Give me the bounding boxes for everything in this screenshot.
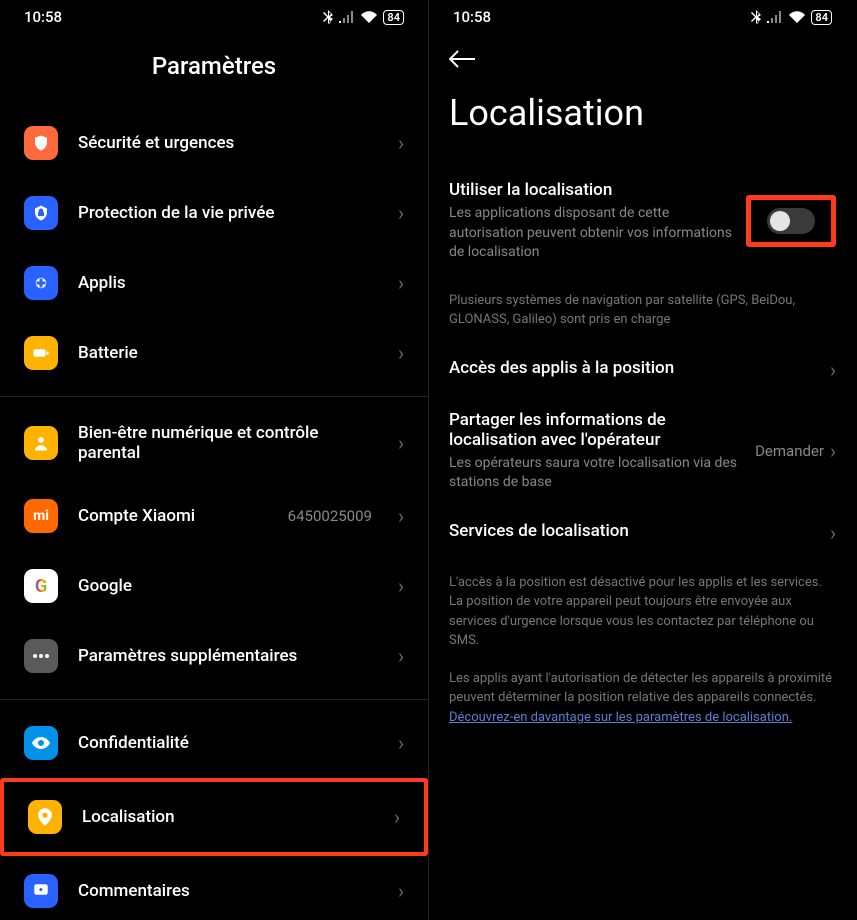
value: Demander xyxy=(755,442,824,460)
settings-item-security[interactable]: Sécurité et urgences › xyxy=(0,108,428,178)
battery-icon xyxy=(24,336,58,370)
toggle-knob xyxy=(770,211,790,231)
settings-item-wellbeing[interactable]: Bien-être numérique et contrôle parental… xyxy=(0,405,428,481)
location-services-row[interactable]: Services de localisation › xyxy=(429,507,856,559)
settings-item-confidentiality[interactable]: Confidentialité › xyxy=(0,708,428,778)
chevron-right-icon: › xyxy=(398,879,404,903)
app-access-row[interactable]: Accès des applis à la position › xyxy=(429,344,856,396)
divider xyxy=(0,699,428,700)
title: Partager les informations de localisatio… xyxy=(449,410,755,450)
status-icons: 84 xyxy=(751,10,832,25)
feedback-icon xyxy=(24,874,58,908)
bluetooth-icon xyxy=(751,10,761,24)
privacy-icon xyxy=(24,196,58,230)
shield-icon xyxy=(24,126,58,160)
label: Commentaires xyxy=(78,881,378,901)
label: Batterie xyxy=(78,343,378,363)
label: Accès des applis à la position xyxy=(449,358,830,378)
signal-icon xyxy=(339,11,355,23)
label: Applis xyxy=(78,273,378,293)
back-button[interactable] xyxy=(429,34,856,68)
battery-icon: 84 xyxy=(811,10,832,25)
eye-icon xyxy=(24,726,58,760)
page-title: Paramètres xyxy=(0,34,428,108)
settings-item-battery[interactable]: Batterie › xyxy=(0,318,428,388)
learn-more-link[interactable]: Découvrez-en davantage sur les paramètre… xyxy=(449,710,792,725)
label: Bien-être numérique et contrôle parental xyxy=(78,423,378,463)
chevron-right-icon: › xyxy=(398,644,404,668)
chevron-right-icon: › xyxy=(398,341,404,365)
chevron-right-icon: › xyxy=(398,431,404,455)
chevron-right-icon: › xyxy=(398,131,404,155)
location-icon xyxy=(28,800,62,834)
chevron-right-icon: › xyxy=(830,439,836,463)
chevron-right-icon: › xyxy=(398,271,404,295)
chevron-right-icon: › xyxy=(394,805,400,829)
status-icons: 84 xyxy=(323,10,404,25)
share-operator-row[interactable]: Partager les informations de localisatio… xyxy=(429,396,856,507)
signal-icon xyxy=(767,11,783,23)
label: Protection de la vie privée xyxy=(78,203,378,223)
apps-icon xyxy=(24,266,58,300)
label: Localisation xyxy=(82,807,374,827)
status-bar: 10:58 84 xyxy=(429,0,856,34)
settings-item-apps[interactable]: Applis › xyxy=(0,248,428,318)
label: Compte Xiaomi xyxy=(78,506,268,526)
desc: Les opérateurs saura votre localisation … xyxy=(449,454,755,493)
label: Services de localisation xyxy=(449,521,830,541)
use-location-row: Utiliser la localisation Les application… xyxy=(429,166,856,277)
left-screen: 10:58 84 Paramètres Sécurité et urgences… xyxy=(0,0,428,920)
clock: 10:58 xyxy=(24,8,62,26)
label: Sécurité et urgences xyxy=(78,133,378,153)
right-screen: 10:58 84 Localisation Utiliser la locali… xyxy=(428,0,856,920)
settings-item-location[interactable]: Localisation › xyxy=(4,782,424,852)
chevron-right-icon: › xyxy=(398,504,404,528)
mi-icon: mi xyxy=(24,499,58,533)
clock: 10:58 xyxy=(453,8,491,26)
divider xyxy=(0,396,428,397)
highlight-location: Localisation › xyxy=(0,778,428,856)
more-icon xyxy=(24,639,58,673)
footer-info-2: Les applis ayant l'autorisation de détec… xyxy=(429,665,856,742)
use-location-desc: Les applications disposant de cette auto… xyxy=(449,204,736,263)
page-title: Localisation xyxy=(429,68,856,166)
label: Confidentialité xyxy=(78,733,378,753)
value: 6450025009 xyxy=(288,507,372,525)
label: Paramètres supplémentaires xyxy=(78,646,378,666)
settings-item-feedback[interactable]: Commentaires › xyxy=(0,856,428,920)
wifi-icon xyxy=(361,11,377,23)
status-bar: 10:58 84 xyxy=(0,0,428,34)
settings-item-additional[interactable]: Paramètres supplémentaires › xyxy=(0,621,428,691)
chevron-right-icon: › xyxy=(398,731,404,755)
settings-item-privacy[interactable]: Protection de la vie privée › xyxy=(0,178,428,248)
satellite-info: Plusieurs systèmes de navigation par sat… xyxy=(429,277,856,344)
chevron-right-icon: › xyxy=(398,574,404,598)
highlight-toggle xyxy=(746,195,836,247)
settings-item-xiaomi[interactable]: mi Compte Xiaomi 6450025009 › xyxy=(0,481,428,551)
use-location-title: Utiliser la localisation xyxy=(449,180,736,200)
wellbeing-icon xyxy=(24,426,58,460)
bluetooth-icon xyxy=(323,10,333,24)
location-toggle[interactable] xyxy=(767,208,815,234)
chevron-right-icon: › xyxy=(830,358,836,382)
chevron-right-icon: › xyxy=(830,521,836,545)
footer-info-1: L'accès à la position est désactivé pour… xyxy=(429,559,856,665)
google-icon: G xyxy=(24,569,58,603)
wifi-icon xyxy=(789,11,805,23)
chevron-right-icon: › xyxy=(398,201,404,225)
settings-item-google[interactable]: G Google › xyxy=(0,551,428,621)
label: Google xyxy=(78,576,378,596)
battery-icon: 84 xyxy=(383,10,404,25)
